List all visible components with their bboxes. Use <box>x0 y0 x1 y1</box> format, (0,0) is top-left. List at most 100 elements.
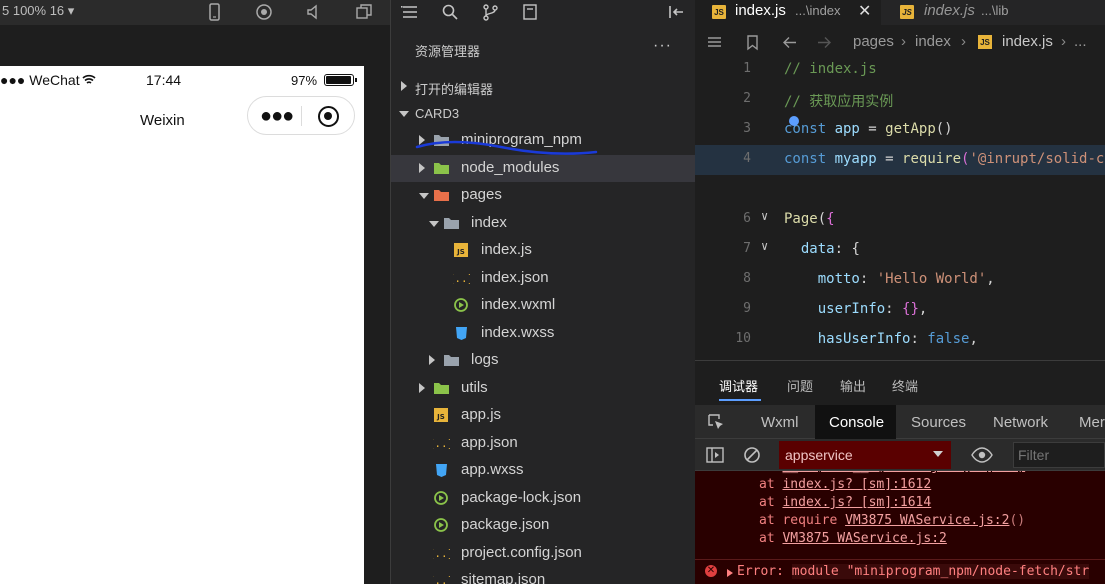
tree-item[interactable]: index.wxss <box>391 320 696 347</box>
inspect-element-icon[interactable] <box>707 413 725 431</box>
more-menu-icon[interactable]: ●●● <box>260 105 294 128</box>
tab-terminal[interactable]: 终端 <box>892 376 918 395</box>
code-line[interactable]: 9 userInfo: {}, <box>695 295 1105 325</box>
js-file-icon: JS <box>453 242 470 258</box>
stack-trace-line[interactable]: at require VM3875 WAService.js:2() <box>759 513 1025 528</box>
tree-item[interactable]: {..} project.config.json <box>391 540 696 567</box>
code-line[interactable] <box>695 175 1105 205</box>
error-message[interactable]: ✕ Error: module "miniprogram_npm/node-fe… <box>695 559 1105 584</box>
clear-console-icon[interactable] <box>743 446 761 464</box>
wifi-icon <box>82 74 96 84</box>
stack-trace-line[interactable]: at VM3875 WAService.js:2 <box>759 531 947 546</box>
close-miniprogram-icon[interactable] <box>318 106 339 127</box>
phone-icon[interactable] <box>204 2 224 22</box>
volume-icon[interactable] <box>304 2 324 22</box>
line-number: 1 <box>743 61 751 76</box>
collapse-panel-icon[interactable] <box>667 3 685 21</box>
debug-panel: 调试器 问题 输出 终端 Wxml Console Sources Networ… <box>695 360 1105 584</box>
lightbulb-icon[interactable] <box>787 114 801 128</box>
tree-item[interactable]: index.wxml <box>391 292 696 319</box>
explorer-panel: 资源管理器 ··· 打开的编辑器 CARD3 miniprogram_npm no… <box>390 0 696 584</box>
code-line[interactable]: 4 const myapp = require('@inrupt/solid-cl <box>695 145 1105 175</box>
forward-arrow-icon[interactable] <box>816 34 833 51</box>
source-control-icon[interactable] <box>481 3 499 21</box>
eye-icon[interactable] <box>971 447 993 463</box>
tab-sources[interactable]: Sources <box>911 414 966 431</box>
code-line[interactable]: 3 const app = getApp() <box>695 115 1105 145</box>
tree-item[interactable]: {..} sitemap.json <box>391 567 696 584</box>
tree-item[interactable]: app.wxss <box>391 457 696 484</box>
open-editors-section[interactable]: 打开的编辑器 <box>391 73 696 100</box>
tree-item[interactable]: pages <box>391 182 696 209</box>
code-line[interactable]: 6 ∨ Page({ <box>695 205 1105 235</box>
code-line[interactable]: 2// 获取应用实例 <box>695 85 1105 115</box>
list-icon[interactable] <box>706 34 723 51</box>
tab-network[interactable]: Network <box>993 414 1048 431</box>
storage-icon[interactable] <box>521 3 539 21</box>
fold-chevron-icon[interactable]: ∨ <box>761 209 768 223</box>
project-section[interactable]: CARD3 <box>391 100 696 127</box>
stack-trace-line[interactable]: at index.js? [sm]:1614 <box>759 495 931 510</box>
tab-index-js-index[interactable]: JS index.js ...\index ✕ <box>695 0 881 25</box>
error-icon: ✕ <box>705 565 717 577</box>
zoom-select[interactable]: 5 100% 16 ▾ <box>2 3 74 19</box>
folder-icon <box>443 352 460 368</box>
tree-item[interactable]: {..} index.json <box>391 265 696 292</box>
breadcrumb-file[interactable]: index.js <box>1002 33 1053 50</box>
tree-item[interactable]: {..} app.json <box>391 430 696 457</box>
tree-item-label: app.json <box>461 433 518 451</box>
pages-folder-icon <box>433 187 450 203</box>
line-number: 4 <box>743 151 751 166</box>
record-icon[interactable] <box>254 2 274 22</box>
tab-console[interactable]: Console <box>829 414 884 431</box>
breadcrumb-index[interactable]: index <box>915 33 951 50</box>
tree-item-label: index.wxss <box>481 323 555 341</box>
detach-window-icon[interactable] <box>354 2 374 22</box>
tree-item[interactable]: index <box>391 210 696 237</box>
tree-item-label: index.json <box>481 268 549 286</box>
tree-item[interactable]: utils <box>391 375 696 402</box>
explorer-more-icon[interactable]: ··· <box>653 37 672 55</box>
breadcrumb-more[interactable]: ... <box>1074 33 1087 50</box>
sidebar-toggle-icon[interactable] <box>706 446 724 464</box>
fold-chevron-icon[interactable]: ∨ <box>761 239 768 253</box>
bookmark-icon[interactable] <box>744 34 761 51</box>
tree-item-label: package.json <box>461 516 550 533</box>
tab-memory[interactable]: Mer <box>1079 414 1105 431</box>
tab-problems[interactable]: 问题 <box>787 376 813 395</box>
close-tab-icon[interactable]: ✕ <box>858 1 871 21</box>
context-select[interactable]: appservice <box>779 441 951 469</box>
activity-bar <box>391 0 696 25</box>
tab-index-js-lib[interactable]: JS index.js ...\lib <box>881 0 1049 25</box>
chevron-down-icon[interactable] <box>429 220 439 227</box>
chevron-right-icon[interactable] <box>419 382 425 393</box>
annotation-underline <box>415 140 598 155</box>
status-time: 17:44 <box>146 72 182 88</box>
tree-item[interactable]: JS app.js <box>391 402 696 429</box>
code-line[interactable]: 10 hasUserInfo: false, <box>695 325 1105 355</box>
filter-input[interactable] <box>1013 442 1105 468</box>
tree-item[interactable]: JS index.js <box>391 237 696 264</box>
tab-wxml[interactable]: Wxml <box>761 414 799 431</box>
code-line[interactable]: 8 motto: 'Hello World', <box>695 265 1105 295</box>
tree-item[interactable]: package.json <box>391 512 696 539</box>
breadcrumb-pages[interactable]: pages <box>853 33 894 50</box>
stack-trace-line[interactable]: at index.js? [sm]:1612 <box>759 477 931 492</box>
menu-icon[interactable] <box>401 3 419 21</box>
search-icon[interactable] <box>441 3 459 21</box>
js-file-icon: JS <box>978 35 992 49</box>
npm-json-icon <box>433 517 450 533</box>
tree-item[interactable]: logs <box>391 347 696 374</box>
tree-item[interactable]: package-lock.json <box>391 485 696 512</box>
code-line[interactable]: 7 ∨ data: { <box>695 235 1105 265</box>
tab-debugger[interactable]: 调试器 <box>719 376 758 395</box>
code-line[interactable]: 1// index.js <box>695 55 1105 85</box>
stack-trace-line[interactable]: at __REQUIRE__ (index.js? [sm]:13) <box>759 471 1025 474</box>
simulator-toolbar: 5 100% 16 ▾ <box>0 0 390 25</box>
npm-json-icon <box>433 490 450 506</box>
back-arrow-icon[interactable] <box>781 34 798 51</box>
chevron-down-icon[interactable] <box>419 193 429 199</box>
expand-triangle-icon[interactable] <box>727 569 733 577</box>
tab-output[interactable]: 输出 <box>840 376 866 395</box>
chevron-right-icon[interactable] <box>429 355 435 365</box>
